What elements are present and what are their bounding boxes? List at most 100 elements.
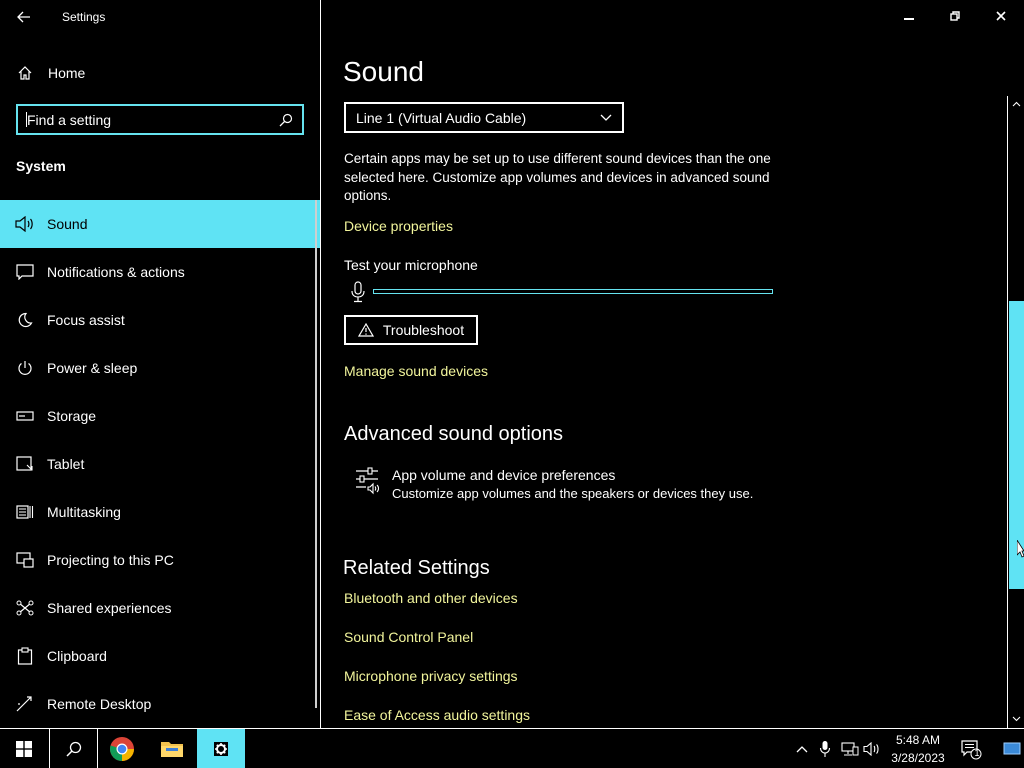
tablet-icon [15,454,35,474]
moon-icon [15,310,35,330]
nav-list: Sound Notifications & actions Focus assi… [0,200,320,728]
sidebar-item-notifications[interactable]: Notifications & actions [0,248,320,296]
text-caret [26,112,27,127]
sidebar-item-label: Focus assist [47,312,125,328]
mixer-icon [354,467,382,497]
remote-desktop-icon [15,694,35,714]
search-box[interactable] [16,104,304,135]
sidebar-item-shared-experiences[interactable]: Shared experiences [0,584,320,632]
folder-icon [161,742,183,757]
clock-time: 5:48 AM [895,733,941,747]
mouse-cursor-icon [1017,540,1024,558]
troubleshoot-button[interactable]: Troubleshoot [344,315,478,345]
warning-icon [357,322,374,338]
start-button[interactable] [0,729,48,768]
back-button[interactable] [12,6,36,28]
action-center-button[interactable]: 1 [958,737,984,761]
close-icon [996,11,1006,21]
gear-icon [214,742,228,756]
sidebar-item-tablet[interactable]: Tablet [0,440,320,488]
storage-icon [15,406,35,426]
app-volume-desc: Customize app volumes and the speakers o… [392,486,754,501]
info-text: Certain apps may be set up to use differ… [344,151,771,203]
chevron-down-icon [600,114,612,121]
microphone-icon [348,281,368,303]
page-title: Sound [343,56,424,87]
bluetooth-link[interactable]: Bluetooth and other devices [344,590,518,606]
manage-sound-devices-link[interactable]: Manage sound devices [344,363,488,379]
show-desktop-button[interactable] [1000,737,1024,761]
related-heading: Related Settings [343,557,490,579]
sound-control-panel-link[interactable]: Sound Control Panel [344,629,473,645]
sidebar-item-label: Multitasking [47,504,121,520]
shared-icon [15,598,35,618]
section-title: System [16,158,66,174]
sidebar: Settings Home System Sound Notifications… [0,0,320,728]
app-volume-title: App volume and device preferences [392,467,616,483]
device-properties-link[interactable]: Device properties [344,218,453,234]
clock[interactable]: 5:48 AM 3/28/2023 [886,731,950,767]
clock-date: 3/28/2023 [891,751,945,765]
taskbar: 5:48 AM 3/28/2023 1 [0,728,1024,768]
minimize-icon [904,18,914,20]
sidebar-item-focus-assist[interactable]: Focus assist [0,296,320,344]
settings-taskbar-button[interactable] [197,729,245,768]
minimize-button[interactable] [886,4,932,28]
notification-icon [15,262,35,282]
sidebar-item-power-sleep[interactable]: Power & sleep [0,344,320,392]
home-icon [16,64,34,82]
back-arrow-icon [17,11,30,23]
search-taskbar-button[interactable] [50,729,98,768]
ease-of-access-audio-link[interactable]: Ease of Access audio settings [344,707,530,723]
sidebar-item-label: Sound [47,216,88,232]
chevron-up-icon [796,746,808,753]
windows-logo-icon [16,741,32,757]
scroll-down-icon[interactable] [1011,714,1022,724]
test-mic-label: Test your microphone [344,257,478,273]
clipboard-icon [15,646,35,666]
volume-icon[interactable] [862,737,882,761]
input-device-dropdown[interactable]: Line 1 (Virtual Audio Cable) [344,102,624,133]
speaker-icon [15,214,35,234]
home-nav-item[interactable]: Home [0,58,320,88]
sidebar-item-label: Storage [47,408,97,424]
desktop-icon [1003,742,1021,755]
advanced-heading: Advanced sound options [344,423,564,445]
microphone-privacy-link[interactable]: Microphone privacy settings [344,668,518,684]
mic-level-bar [373,289,773,294]
sidebar-item-label: Remote Desktop [47,696,152,712]
sidebar-item-storage[interactable]: Storage [0,392,320,440]
sidebar-item-label: Tablet [47,456,85,472]
troubleshoot-label: Troubleshoot [382,322,465,338]
notification-badge: 1 [974,748,980,758]
sidebar-item-label: Power & sleep [47,360,138,376]
sidebar-item-remote-desktop[interactable]: Remote Desktop [0,680,320,728]
search-icon[interactable] [274,108,298,132]
sidebar-item-label: Projecting to this PC [47,552,174,568]
chrome-taskbar-button[interactable] [98,729,146,768]
restore-icon [950,11,960,21]
main-scrollbar[interactable] [1007,96,1024,728]
sidebar-item-label: Shared experiences [47,600,172,616]
microphone-tray-icon[interactable] [815,737,835,761]
scroll-up-icon[interactable] [1011,99,1022,109]
network-icon[interactable] [840,737,860,761]
search-icon [66,741,82,757]
sidebar-item-multitasking[interactable]: Multitasking [0,488,320,536]
power-icon [15,358,35,378]
sidebar-item-projecting[interactable]: Projecting to this PC [0,536,320,584]
app-volume-preferences[interactable]: App volume and device preferences Custom… [354,466,753,503]
sidebar-item-label: Clipboard [47,648,107,664]
multitasking-icon [15,502,35,522]
sidebar-scrollbar[interactable] [315,200,317,708]
dropdown-value: Line 1 (Virtual Audio Cable) [356,109,527,126]
file-explorer-taskbar-button[interactable] [148,729,196,768]
close-button[interactable] [978,4,1024,28]
search-input[interactable] [18,111,274,128]
restore-button[interactable] [932,4,978,28]
sidebar-item-sound[interactable]: Sound [0,200,320,248]
sidebar-item-clipboard[interactable]: Clipboard [0,632,320,680]
sidebar-item-label: Notifications & actions [47,264,185,280]
show-hidden-icons-button[interactable] [792,737,812,761]
pane-divider [320,0,321,728]
